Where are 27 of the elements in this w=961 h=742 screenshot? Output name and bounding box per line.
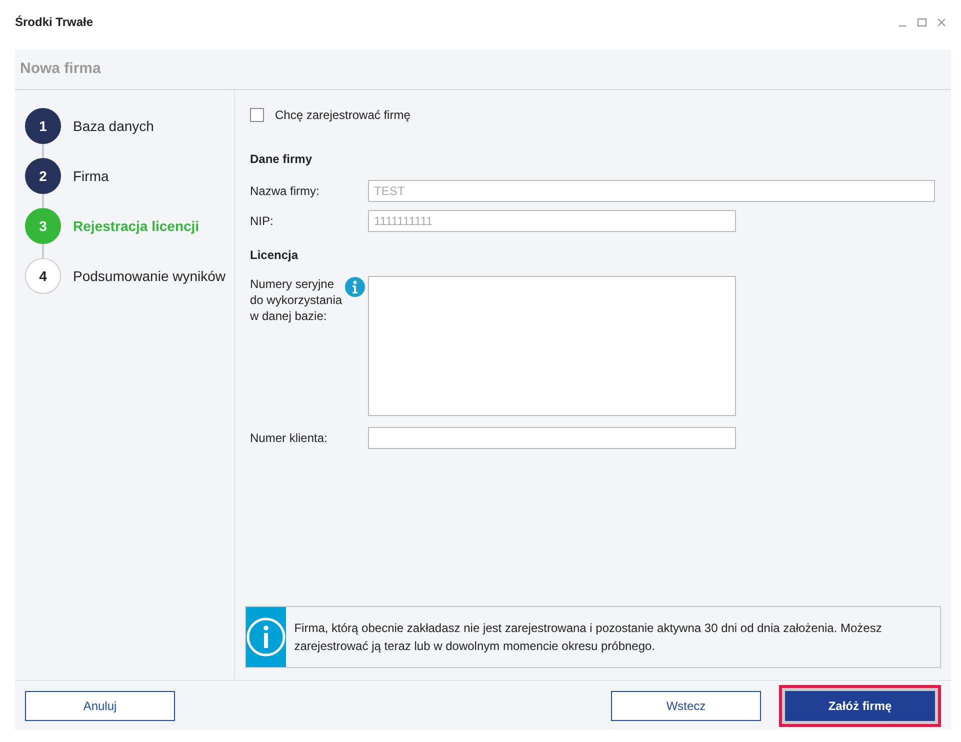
back-button[interactable]: Wstecz: [611, 690, 761, 720]
window-title: Środki Trwałe: [15, 14, 94, 31]
section-heading: Licencja: [250, 247, 300, 264]
section-heading: Dane firmy: [250, 151, 314, 168]
step-number: 1: [25, 108, 61, 144]
step-label: Baza danych: [73, 116, 154, 136]
checkbox[interactable]: [250, 108, 264, 122]
create-company-button[interactable]: Załóż firmę: [785, 690, 935, 720]
client-number-field[interactable]: [368, 427, 736, 449]
maximize-icon[interactable]: [917, 18, 927, 26]
close-icon[interactable]: [937, 18, 946, 26]
field-label: Numery seryjne do wykorzystania w danej bazie:: [250, 276, 344, 325]
serial-numbers-field[interactable]: [368, 276, 736, 416]
field-label: Nazwa firmy:: [250, 183, 320, 200]
cancel-button[interactable]: Anuluj: [25, 690, 175, 720]
step-number: 4: [25, 258, 61, 294]
info-icon[interactable]: [345, 277, 365, 297]
dialog-title: Nowa firma: [20, 59, 101, 80]
step-number: 3: [25, 208, 61, 244]
step-label: Podsumowanie wyników: [73, 266, 226, 286]
step-number: 2: [25, 158, 61, 194]
step-label: Rejestracja licencji: [73, 216, 200, 236]
field-label: NIP:: [250, 213, 274, 230]
checkbox-label: Chcę zarejestrować firmę: [275, 107, 410, 124]
field-label: Numer klienta:: [250, 430, 328, 447]
step-label: Firma: [73, 166, 109, 186]
notice-text: Firma, którą obecnie zakładasz nie jest zarejestrowana i pozostanie aktywna 30 dni od dnia założenia. Możesz zarejestrować ją teraz lub w dowolnym momencie okresu próbnego.: [293, 620, 883, 655]
